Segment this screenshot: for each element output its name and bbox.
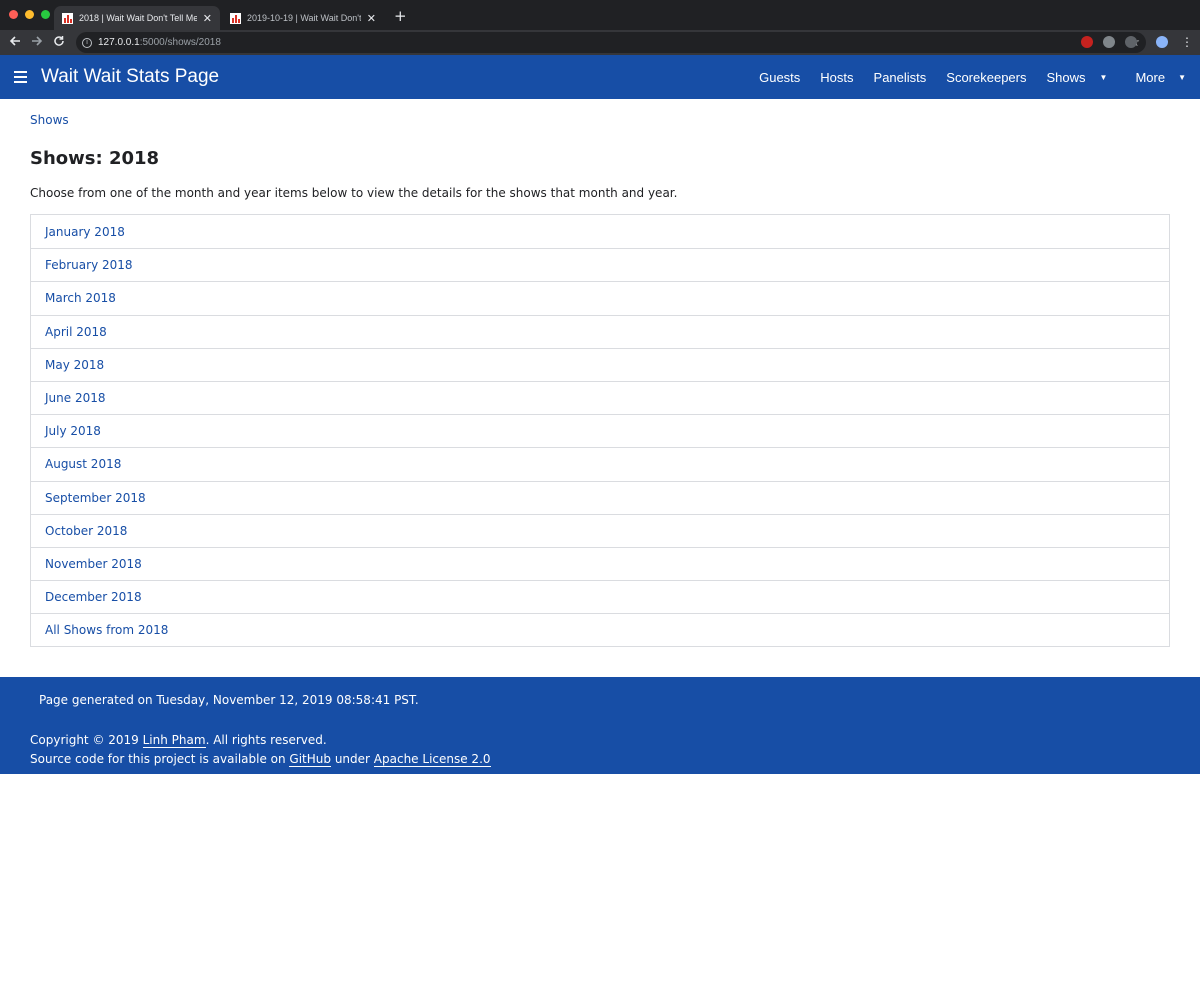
month-item[interactable]: February 2018 — [31, 248, 1169, 281]
more-dropdown-caret-icon[interactable]: ▼ — [1178, 73, 1186, 82]
source-prefix: Source code for this project is availabl… — [30, 752, 290, 766]
page-generated-text: Page generated on Tuesday, November 12, … — [39, 693, 419, 707]
nav-panelists[interactable]: Panelists — [874, 70, 927, 85]
author-link[interactable]: Linh Pham — [142, 733, 206, 748]
month-item[interactable]: November 2018 — [31, 546, 1169, 580]
nav-scorekeepers[interactable]: Scorekeepers — [946, 70, 1026, 85]
tab-title: 2019-10-19 | Wait Wait Don't Tell Me! — [247, 13, 361, 23]
menu-icon[interactable] — [14, 71, 27, 86]
close-tab-icon[interactable]: ✕ — [203, 12, 212, 25]
nav-shows[interactable]: Shows — [1047, 70, 1086, 85]
copyright-prefix: Copyright © 2019 — [30, 733, 143, 747]
chart-favicon-icon — [62, 12, 73, 24]
top-nav: Guests Hosts Panelists Scorekeepers Show… — [739, 55, 1186, 99]
source-middle: under — [331, 752, 374, 766]
url-host: 127.0.0.1 — [98, 37, 140, 48]
source-line: Source code for this project is availabl… — [30, 752, 491, 767]
window-controls — [9, 10, 50, 19]
chart-favicon-icon — [230, 12, 241, 24]
site-header: Wait Wait Stats Page Guests Hosts Paneli… — [0, 55, 1200, 99]
extension-icon[interactable] — [1081, 36, 1093, 48]
page-title: Shows: 2018 — [30, 148, 160, 169]
month-item[interactable]: March 2018 — [31, 281, 1169, 314]
month-item[interactable]: September 2018 — [31, 480, 1169, 514]
profile-avatar[interactable] — [1156, 36, 1168, 48]
intro-text: Choose from one of the month and year it… — [30, 186, 678, 200]
tab-inactive[interactable]: 2019-10-19 | Wait Wait Don't Tell Me! ✕ — [222, 6, 384, 30]
site-info-icon[interactable]: i — [82, 37, 92, 48]
month-item[interactable]: January 2018 — [31, 215, 1169, 248]
nav-more[interactable]: More — [1135, 70, 1165, 85]
close-tab-icon[interactable]: ✕ — [367, 12, 376, 25]
month-item[interactable]: October 2018 — [31, 513, 1169, 547]
info-extension-icon[interactable] — [1125, 36, 1137, 48]
browser-menu-icon[interactable]: ⋮ — [1181, 35, 1193, 49]
breadcrumb-shows[interactable]: Shows — [30, 113, 1170, 127]
tab-active[interactable]: 2018 | Wait Wait Don't Tell Me! ✕ — [54, 6, 220, 30]
reload-icon[interactable] — [53, 35, 65, 47]
back-arrow-icon[interactable] — [9, 35, 21, 47]
browser-tab-bar: 2018 | Wait Wait Don't Tell Me! ✕ 2019-1… — [0, 0, 1200, 30]
close-window-button[interactable] — [9, 10, 18, 19]
new-tab-button[interactable]: + — [394, 7, 407, 25]
tab-title: 2018 | Wait Wait Don't Tell Me! — [79, 13, 197, 23]
copyright-suffix: . All rights reserved. — [205, 733, 327, 747]
all-shows-item[interactable]: All Shows from 2018 — [31, 613, 1169, 646]
site-title[interactable]: Wait Wait Stats Page — [41, 66, 219, 88]
license-link[interactable]: Apache License 2.0 — [373, 752, 491, 767]
github-link[interactable]: GitHub — [289, 752, 332, 767]
month-item[interactable]: April 2018 — [31, 314, 1169, 348]
shows-dropdown-caret-icon[interactable]: ▼ — [1100, 73, 1108, 82]
month-item[interactable]: June 2018 — [31, 380, 1169, 414]
address-bar[interactable]: i 127.0.0.1:5000/shows/2018 ☆ — [76, 32, 1146, 53]
month-item[interactable]: July 2018 — [31, 414, 1169, 447]
camera-extension-icon[interactable] — [1103, 36, 1115, 48]
copyright-line: Copyright © 2019 Linh Pham. All rights r… — [30, 733, 327, 748]
month-item[interactable]: May 2018 — [31, 347, 1169, 381]
browser-toolbar: i 127.0.0.1:5000/shows/2018 ☆ ⋮ — [0, 30, 1200, 55]
site-footer: Page generated on Tuesday, November 12, … — [0, 677, 1200, 774]
nav-guests[interactable]: Guests — [759, 70, 800, 85]
month-item[interactable]: August 2018 — [31, 447, 1169, 480]
url-path: :5000/shows/2018 — [139, 37, 221, 48]
maximize-window-button[interactable] — [41, 10, 50, 19]
nav-hosts[interactable]: Hosts — [820, 70, 853, 85]
month-list: January 2018 February 2018 March 2018 Ap… — [30, 214, 1170, 648]
forward-arrow-icon[interactable] — [31, 35, 43, 47]
month-item[interactable]: December 2018 — [31, 580, 1169, 613]
minimize-window-button[interactable] — [25, 10, 34, 19]
main-content: Shows Shows: 2018 Choose from one of the… — [0, 99, 1200, 648]
